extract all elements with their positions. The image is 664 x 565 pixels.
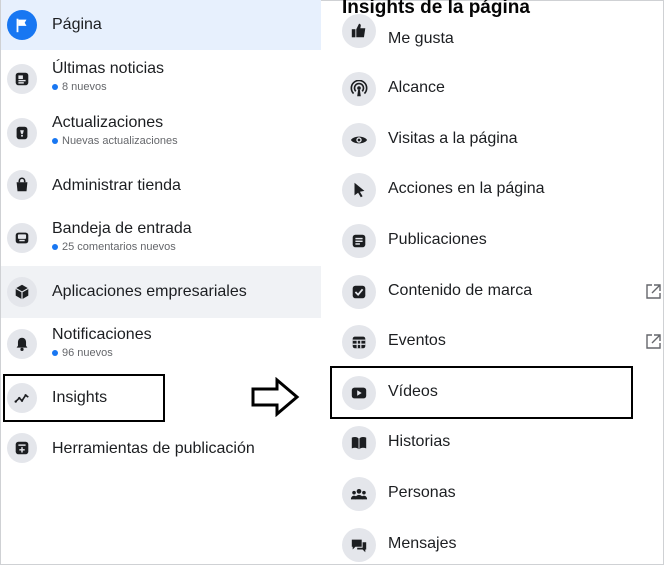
- insights-item-personas[interactable]: Personas: [322, 469, 664, 519]
- sidebar-item-label: Notificaciones: [52, 326, 152, 343]
- people-icon: [342, 477, 376, 511]
- insights-item-label: Alcance: [388, 79, 445, 96]
- sidebar-item-label: Herramientas de publicación: [52, 440, 255, 457]
- sidebar-item-pagina[interactable]: Página: [1, 0, 321, 50]
- insights-item-mensajes[interactable]: Mensajes: [322, 520, 664, 565]
- insights-item-contenido-de-marca[interactable]: Contenido de marca: [322, 267, 664, 317]
- insights-item-publicaciones[interactable]: Publicaciones: [322, 216, 664, 266]
- sidebar-item-aplicaciones-empresariales[interactable]: Aplicaciones empresariales: [1, 266, 321, 318]
- branded-content-icon: [342, 275, 376, 309]
- calendar-icon: [342, 325, 376, 359]
- sidebar-item-notificaciones[interactable]: Notificaciones 96 nuevos: [1, 318, 321, 370]
- insights-item-me-gusta[interactable]: Me gusta: [322, 14, 664, 64]
- sidebar-item-bandeja-de-entrada[interactable]: Bandeja de entrada 25 comentarios nuevos: [1, 212, 321, 262]
- trend-line-icon: [7, 383, 37, 413]
- document-icon: [342, 224, 376, 258]
- sidebar-item-herramientas-de-publicacion[interactable]: Herramientas de publicación: [1, 424, 321, 472]
- insights-item-label: Visitas a la página: [388, 130, 518, 147]
- insights-item-historias[interactable]: Historias: [322, 418, 664, 468]
- bell-icon: [7, 329, 37, 359]
- new-count-badge: 8 nuevos: [52, 81, 164, 93]
- insights-item-label: Acciones en la página: [388, 180, 545, 197]
- thumbs-up-icon: [342, 14, 376, 48]
- insights-item-label: Historias: [388, 433, 451, 450]
- sidebar-item-label: Página: [52, 16, 102, 33]
- external-link-icon[interactable]: [644, 283, 662, 301]
- cube-icon: [7, 277, 37, 307]
- insights-item-label: Personas: [388, 484, 456, 501]
- insights-item-alcance[interactable]: Alcance: [322, 64, 664, 114]
- insights-item-label: Me gusta: [388, 30, 454, 47]
- insights-item-acciones-en-la-pagina[interactable]: Acciones en la página: [322, 165, 664, 215]
- sidebar-item-administrar-tienda[interactable]: Administrar tienda: [1, 160, 321, 210]
- insights-item-eventos[interactable]: Eventos: [322, 317, 664, 367]
- shopping-bag-icon: [7, 170, 37, 200]
- book-icon: [342, 426, 376, 460]
- broadcast-icon: [342, 72, 376, 106]
- cursor-icon: [342, 173, 376, 207]
- sidebar-item-label: Actualizaciones: [52, 114, 164, 131]
- page-sidebar: Página Últimas noticias 8 nuevos Actuali…: [1, 0, 321, 565]
- sidebar-item-label: Bandeja de entrada: [52, 220, 192, 237]
- sidebar-item-actualizaciones[interactable]: Actualizaciones Nuevas actualizaciones: [1, 106, 321, 156]
- insights-item-videos[interactable]: Vídeos: [322, 368, 664, 418]
- new-count-badge: 96 nuevos: [52, 347, 152, 359]
- new-count-badge: Nuevas actualizaciones: [52, 135, 178, 147]
- insights-panel: Insights de la página Me gusta Alcance V…: [322, 0, 664, 565]
- right-arrow-icon: [251, 377, 300, 417]
- insights-item-label: Mensajes: [388, 535, 457, 552]
- insights-item-label: Contenido de marca: [388, 282, 533, 299]
- insights-item-visitas-a-la-pagina[interactable]: Visitas a la página: [322, 115, 664, 165]
- chat-bubbles-icon: [342, 528, 376, 562]
- publishing-tools-icon: [7, 433, 37, 463]
- insights-item-label: Eventos: [388, 332, 446, 349]
- flag-icon: [7, 10, 37, 40]
- megaphone-icon: [7, 118, 37, 148]
- inbox-icon: [7, 223, 37, 253]
- insights-item-label: Vídeos: [388, 383, 438, 400]
- sidebar-item-label: Últimas noticias: [52, 60, 165, 77]
- insights-item-label: Publicaciones: [388, 231, 487, 248]
- external-link-icon[interactable]: [644, 333, 662, 351]
- sidebar-item-ultimas-noticias[interactable]: Últimas noticias 8 nuevos: [1, 52, 321, 102]
- sidebar-item-label: Administrar tienda: [52, 177, 181, 194]
- video-play-icon: [342, 376, 376, 410]
- sidebar-item-label: Aplicaciones empresariales: [52, 283, 247, 300]
- sidebar-item-label: Insights: [52, 389, 108, 406]
- new-count-badge: 25 comentarios nuevos: [52, 241, 192, 253]
- eye-icon: [342, 123, 376, 157]
- news-feed-icon: [7, 64, 37, 94]
